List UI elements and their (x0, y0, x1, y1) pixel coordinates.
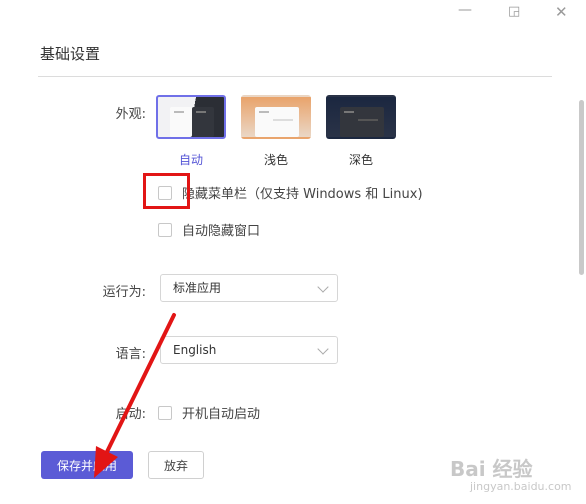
watermark-logo: Bai 经验 (450, 457, 533, 481)
annotation-arrow (94, 313, 176, 478)
watermark-url: jingyan.baidu.com (470, 480, 572, 493)
